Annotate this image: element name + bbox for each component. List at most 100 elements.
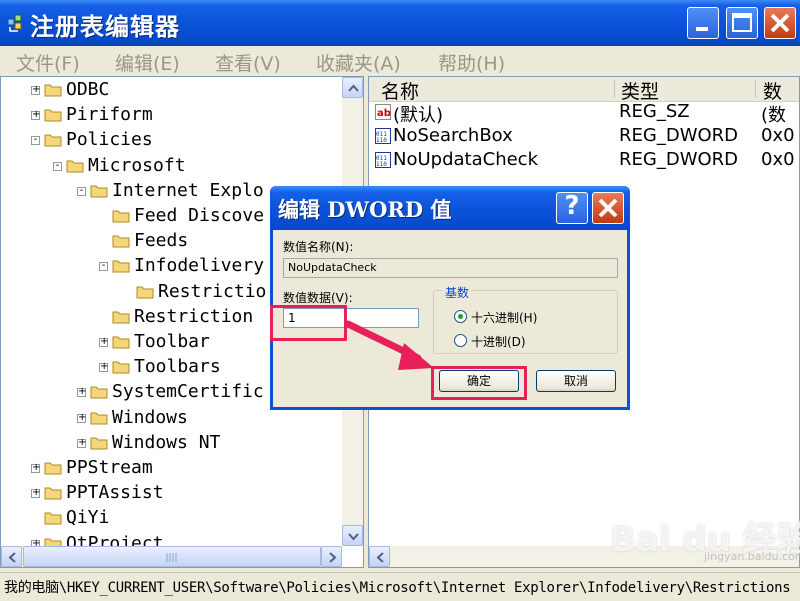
decimal-radio-label[interactable]: 十进制(D)	[471, 333, 526, 350]
column-separator[interactable]	[614, 80, 615, 98]
expander-glyph: -	[101, 260, 106, 272]
scroll-left-button[interactable]	[1, 546, 22, 567]
column-type[interactable]: 类型	[621, 77, 659, 103]
folder-icon	[90, 412, 108, 425]
expander-glyph: +	[32, 487, 41, 499]
collapse-icon[interactable]: -	[99, 260, 108, 272]
title-bar[interactable]: 注册表编辑器	[0, 0, 800, 46]
folder-icon	[112, 361, 130, 374]
scroll-down-button[interactable]	[342, 525, 363, 546]
value-data: 0x0	[761, 149, 795, 170]
folder-icon	[44, 487, 62, 500]
tree-item[interactable]: + ODBC	[1, 79, 341, 104]
dialog-close-button[interactable]	[592, 192, 624, 224]
minimize-icon	[696, 27, 708, 31]
tree-horizontal-scrollbar[interactable]	[1, 546, 342, 567]
cancel-button[interactable]: 取消	[536, 370, 616, 392]
tree-item-label: Windows	[112, 406, 188, 428]
collapse-icon[interactable]: -	[31, 134, 40, 146]
tree-item[interactable]: - Microsoft	[1, 155, 341, 180]
tree-item-label: PPTAssist	[66, 482, 164, 504]
tree-item[interactable]: + PPStream	[1, 457, 341, 482]
value-type: REG_DWORD	[619, 125, 739, 146]
help-button[interactable]: ?	[556, 191, 588, 224]
help-icon: ?	[564, 191, 580, 221]
decimal-radio[interactable]	[454, 334, 467, 347]
column-name[interactable]: 名称	[381, 77, 419, 103]
column-data[interactable]: 数	[763, 77, 782, 103]
tree-item-label: Windows NT	[112, 431, 221, 453]
folder-icon	[112, 336, 130, 349]
maximize-button[interactable]	[726, 7, 758, 39]
tree-item-label: Toolbars	[134, 356, 221, 378]
folder-icon	[90, 437, 108, 450]
watermark-url: jingyan.baidu.com	[704, 550, 800, 563]
tree-item[interactable]: QiYi	[1, 507, 341, 532]
folder-icon	[112, 260, 130, 273]
expander-glyph: +	[32, 462, 41, 473]
hex-radio-label[interactable]: 十六进制(H)	[471, 309, 537, 326]
expand-icon[interactable]: +	[77, 437, 86, 448]
open-folder-icon	[136, 286, 154, 299]
value-data-label: 数值数据(V):	[283, 291, 353, 305]
value-name: (默认)	[393, 105, 444, 126]
tree-item-label: SystemCertific	[112, 381, 264, 403]
expander-glyph: +	[100, 361, 109, 373]
expand-icon[interactable]: +	[31, 109, 40, 121]
tree-item[interactable]: - Policies	[1, 129, 341, 154]
minimize-button[interactable]	[687, 7, 719, 39]
tree-item[interactable]: + Piriform	[1, 104, 341, 129]
expand-icon[interactable]: +	[77, 386, 86, 398]
expand-icon[interactable]: +	[31, 487, 40, 499]
column-separator[interactable]	[755, 80, 756, 98]
menu-favorites[interactable]: 收藏夹(A)	[316, 49, 401, 76]
close-button[interactable]	[764, 7, 796, 39]
registry-editor-window: 注册表编辑器 文件(F) 编辑(E) 查看(V) 收藏夹(A) 帮助(H) + O…	[0, 0, 800, 601]
expander-glyph: +	[32, 84, 41, 95]
chevron-up-icon	[348, 84, 359, 92]
expander-glyph: +	[78, 436, 87, 448]
menu-help[interactable]: 帮助(H)	[438, 49, 505, 76]
hex-radio[interactable]	[454, 310, 467, 323]
expand-icon[interactable]: +	[31, 462, 40, 473]
expander-glyph: +	[78, 386, 87, 398]
scroll-up-button[interactable]	[342, 77, 363, 98]
expander-glyph: -	[55, 159, 60, 171]
folder-icon	[112, 235, 130, 248]
tree-item-label: Piriform	[66, 104, 153, 126]
collapse-icon[interactable]: -	[77, 185, 86, 196]
tree-item-label: Feed Discove	[134, 205, 265, 226]
base-group-title: 基数	[443, 284, 472, 301]
folder-icon	[44, 84, 62, 97]
tree-item[interactable]: + PPTAssist	[1, 482, 341, 507]
menu-edit[interactable]: 编辑(E)	[115, 49, 180, 76]
tree-item[interactable]: + Windows	[1, 407, 341, 432]
tree-item-label: ODBC	[66, 79, 110, 100]
folder-icon	[44, 512, 62, 525]
value-data: 0x0	[761, 125, 795, 146]
expand-icon[interactable]: +	[99, 336, 108, 347]
scroll-left-button[interactable]	[369, 546, 390, 567]
menu-file[interactable]: 文件(F)	[16, 49, 80, 76]
menu-view[interactable]: 查看(V)	[215, 49, 281, 76]
dialog-title-bar[interactable]: 编辑 DWORD 值 ?	[270, 186, 630, 230]
radio-selected-dot	[458, 314, 463, 319]
expand-icon[interactable]: +	[99, 361, 108, 373]
folder-icon	[44, 109, 62, 122]
value-row[interactable]: ab (默认) REG_SZ (数	[373, 101, 799, 126]
chevron-right-icon	[329, 552, 337, 563]
collapse-icon[interactable]: -	[53, 160, 62, 171]
scroll-thumb[interactable]	[23, 546, 321, 567]
close-icon	[770, 13, 790, 33]
expand-icon[interactable]: +	[77, 412, 86, 423]
tree-item[interactable]: + Windows NT	[1, 432, 341, 457]
status-bar: 我的电脑\HKEY_CURRENT_USER\Software\Policies…	[0, 572, 800, 601]
chevron-down-icon	[348, 533, 359, 541]
value-row[interactable]: 011 110 NoSearchBox REG_DWORD 0x0	[373, 125, 799, 149]
value-row[interactable]: 011 110 NoUpdataCheck REG_DWORD 0x0	[373, 149, 799, 173]
scroll-right-button[interactable]	[321, 546, 342, 567]
svg-text:110: 110	[376, 161, 387, 168]
expand-icon[interactable]: +	[31, 84, 40, 95]
value-type: REG_SZ	[619, 101, 690, 122]
expander-glyph: +	[78, 411, 87, 423]
